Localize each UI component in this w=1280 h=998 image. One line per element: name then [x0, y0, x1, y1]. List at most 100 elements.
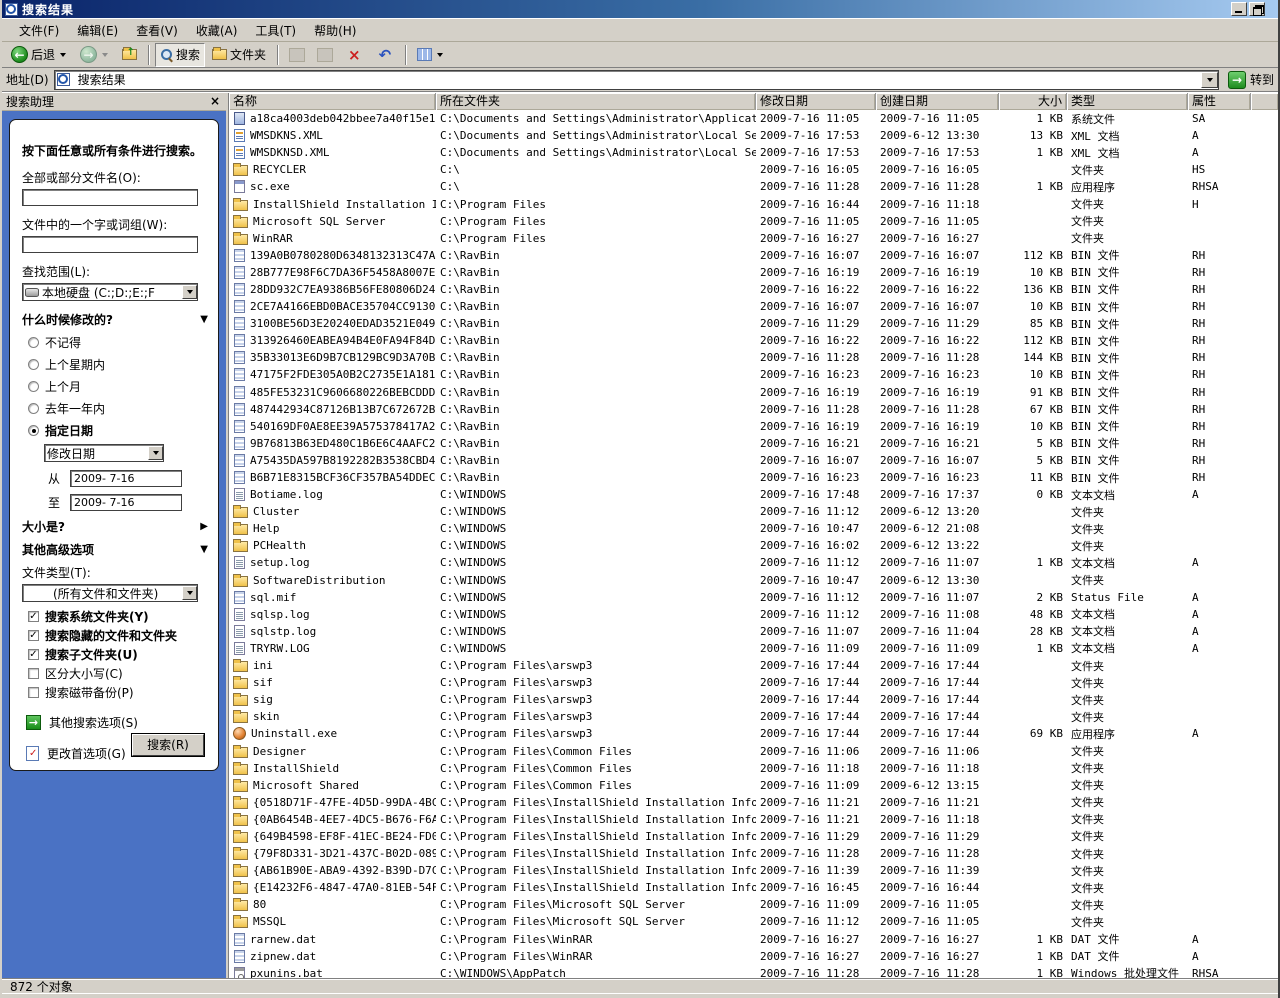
file-row[interactable]: 28DD932C7EA9386B56FE80806D24... C:\RavBin…: [229, 281, 1278, 298]
column-header-2[interactable]: 修改日期: [756, 93, 876, 110]
radio-icon[interactable]: [28, 337, 39, 348]
checkbox-icon[interactable]: [28, 687, 39, 698]
file-row[interactable]: setup.log C:\WINDOWS 2009-7-16 11:12 2009-7…: [229, 554, 1278, 571]
views-button[interactable]: [412, 43, 450, 67]
file-row[interactable]: sqlstp.log C:\WINDOWS 2009-7-16 11:07 2009-…: [229, 623, 1278, 640]
checkbox-icon[interactable]: [28, 630, 39, 641]
file-row[interactable]: zipnew.dat C:\Program Files\WinRAR 2009-7-…: [229, 948, 1278, 965]
file-row[interactable]: Botiame.log C:\WINDOWS 2009-7-16 17:48 2009…: [229, 486, 1278, 503]
scope-select[interactable]: 本地硬盘 (C:;D:;E:;F: [22, 283, 198, 301]
column-header-5[interactable]: 类型: [1067, 93, 1188, 110]
file-row[interactable]: sc.exe C:\ 2009-7-16 11:28 2009-7-16 11:28 1…: [229, 178, 1278, 195]
go-button[interactable]: → 转到: [1224, 70, 1276, 89]
file-row[interactable]: PCHealth C:\WINDOWS 2009-7-16 16:02 2009-6-…: [229, 537, 1278, 554]
search-option-4[interactable]: 搜索磁带备份(P): [28, 686, 208, 700]
when-option-3[interactable]: 去年一年内: [28, 400, 208, 417]
address-input[interactable]: 搜索结果: [53, 69, 1219, 90]
file-row[interactable]: 485FE53231C9606680226BEBCDDD... C:\RavBin…: [229, 384, 1278, 401]
file-row[interactable]: 35B33013E6D9B7CB129BC9D3A70B... C:\RavBin…: [229, 349, 1278, 366]
file-row[interactable]: 80 C:\Program Files\Microsoft SQL Server 2…: [229, 896, 1278, 913]
file-row[interactable]: sif C:\Program Files\arswp3 2009-7-16 17:4…: [229, 674, 1278, 691]
search-option-1[interactable]: 搜索隐藏的文件和文件夹: [28, 629, 208, 643]
size-section[interactable]: 大小是? ▶: [22, 518, 208, 535]
file-row[interactable]: 2CE7A4166EBD0BACE35704CC9130... C:\RavBin…: [229, 298, 1278, 315]
when-option-1[interactable]: 上个星期内: [28, 356, 208, 373]
file-row[interactable]: 540169DF0AE8EE39A575378417A2... C:\RavBin…: [229, 418, 1278, 435]
file-row[interactable]: sql.mif C:\WINDOWS 2009-7-16 11:12 2009-7-1…: [229, 589, 1278, 606]
from-date-input[interactable]: 2009- 7-16: [70, 470, 183, 487]
column-header-1[interactable]: 所在文件夹: [436, 93, 756, 110]
menu-item-1[interactable]: 编辑(E): [68, 20, 127, 41]
menu-item-0[interactable]: 文件(F): [10, 20, 68, 41]
file-row[interactable]: {0AB6454B-4EE7-4DC5-B676-F6A... C:\Progra…: [229, 811, 1278, 828]
file-row[interactable]: SoftwareDistribution C:\WINDOWS 2009-7-16 …: [229, 572, 1278, 589]
file-row[interactable]: 487442934C87126B13B7C672672B... C:\RavBin…: [229, 401, 1278, 418]
file-row[interactable]: Cluster C:\WINDOWS 2009-7-16 11:12 2009-6-1…: [229, 503, 1278, 520]
file-row[interactable]: {649B4598-EF8F-41EC-BE24-FD0... C:\Progra…: [229, 828, 1278, 845]
when-modified-section[interactable]: 什么时候修改的? ▼: [22, 311, 208, 328]
file-row[interactable]: Designer C:\Program Files\Common Files 200…: [229, 742, 1278, 759]
file-row[interactable]: sig C:\Program Files\arswp3 2009-7-16 17:4…: [229, 691, 1278, 708]
file-row[interactable]: A75435DA597B8192282B3538CBD4... C:\RavBin…: [229, 452, 1278, 469]
file-row[interactable]: ini C:\Program Files\arswp3 2009-7-16 17:4…: [229, 657, 1278, 674]
menu-item-2[interactable]: 查看(V): [127, 20, 187, 41]
file-row[interactable]: {79F8D331-3D21-437C-B02D-089... C:\Progra…: [229, 845, 1278, 862]
when-option-4[interactable]: 指定日期: [28, 422, 208, 439]
advanced-section[interactable]: 其他高级选项 ▼: [22, 541, 208, 558]
checkbox-icon[interactable]: [28, 649, 39, 660]
forward-dropdown-arrow[interactable]: [102, 52, 109, 57]
file-row[interactable]: Help C:\WINDOWS 2009-7-16 10:47 2009-6-12 2…: [229, 520, 1278, 537]
file-row[interactable]: 139A0B0780280D6348132313C47A... C:\RavBin…: [229, 247, 1278, 264]
checkbox-icon[interactable]: [28, 611, 39, 622]
menu-item-4[interactable]: 工具(T): [246, 20, 305, 41]
file-row[interactable]: 47175F2FDE305A0B2C2735E1A181... C:\RavBin…: [229, 366, 1278, 383]
word-input[interactable]: [22, 236, 198, 253]
file-row[interactable]: RECYCLER C:\ 2009-7-16 16:05 2009-7-16 16:0…: [229, 161, 1278, 178]
file-row[interactable]: a18ca4003deb042bbee7a40f15e1... C:\Docume…: [229, 110, 1278, 127]
menu-item-5[interactable]: 帮助(H): [305, 20, 365, 41]
file-row[interactable]: WMSDKNS.XML C:\Documents and Settings\Adm…: [229, 127, 1278, 144]
file-row[interactable]: sqlsp.log C:\WINDOWS 2009-7-16 11:12 2009-7…: [229, 606, 1278, 623]
file-row[interactable]: 9B76813B63ED480C1B6E6C4AAFC2... C:\RavBin…: [229, 435, 1278, 452]
file-row[interactable]: {E14232F6-4847-47A0-81EB-54F... C:\Progra…: [229, 879, 1278, 896]
more-options-link[interactable]: → 其他搜索选项(S): [26, 714, 208, 731]
column-header-0[interactable]: 名称: [229, 93, 436, 110]
file-row[interactable]: Microsoft Shared C:\Program Files\Common …: [229, 777, 1278, 794]
date-type-select[interactable]: 修改日期: [44, 444, 164, 462]
when-option-0[interactable]: 不记得: [28, 334, 208, 351]
file-row[interactable]: WMSDKNSD.XML C:\Documents and Settings\Ad…: [229, 144, 1278, 161]
search-option-3[interactable]: 区分大小写(C): [28, 667, 208, 681]
file-row[interactable]: {0518D71F-47FE-4D5D-99DA-4BC... C:\Progra…: [229, 794, 1278, 811]
filetype-select[interactable]: (所有文件和文件夹): [22, 584, 198, 602]
file-row[interactable]: 28B777E98F6C7DA36F5458A8007E... C:\RavBin…: [229, 264, 1278, 281]
search-toggle-button[interactable]: 搜索: [155, 42, 206, 67]
file-row[interactable]: {AB61B90E-ABA9-4392-B39D-D7C... C:\Progra…: [229, 862, 1278, 879]
move-to-button[interactable]: [284, 43, 310, 67]
date-type-dropdown-button[interactable]: [148, 446, 163, 460]
file-row[interactable]: InstallShield Installation I... C:\Progra…: [229, 195, 1278, 212]
radio-icon[interactable]: [28, 403, 39, 414]
folders-toggle-button[interactable]: 文件夹: [207, 43, 271, 67]
file-row[interactable]: 3100BE56D3E20240EDAD3521E049... C:\RavBin…: [229, 315, 1278, 332]
column-header-6[interactable]: 属性: [1188, 93, 1251, 110]
file-row[interactable]: B6B71E8315BCF36CF357BA54DDEC... C:\RavBin…: [229, 469, 1278, 486]
file-row[interactable]: InstallShield C:\Program Files\Common Fil…: [229, 760, 1278, 777]
up-button[interactable]: ↑: [117, 43, 142, 67]
column-header-4[interactable]: 大小: [999, 93, 1067, 110]
to-date-input[interactable]: 2009- 7-16: [70, 494, 183, 511]
search-option-0[interactable]: 搜索系统文件夹(Y): [28, 610, 208, 624]
menu-item-3[interactable]: 收藏(A): [187, 20, 247, 41]
copy-to-button[interactable]: [312, 43, 338, 67]
radio-icon[interactable]: [28, 425, 39, 436]
forward-button[interactable]: →: [75, 43, 115, 67]
file-row[interactable]: Uninstall.exe C:\Program Files\arswp3 2009…: [229, 725, 1278, 742]
delete-button[interactable]: ×: [340, 43, 369, 67]
scope-dropdown-button[interactable]: [182, 285, 197, 299]
radio-icon[interactable]: [28, 359, 39, 370]
file-row[interactable]: WinRAR C:\Program Files 2009-7-16 16:27 200…: [229, 230, 1278, 247]
file-row[interactable]: TRYRW.LOG C:\WINDOWS 2009-7-16 11:09 2009-7…: [229, 640, 1278, 657]
search-button[interactable]: 搜索(R): [132, 734, 204, 756]
search-option-2[interactable]: 搜索子文件夹(U): [28, 648, 208, 662]
file-row[interactable]: rarnew.dat C:\Program Files\WinRAR 2009-7-…: [229, 931, 1278, 948]
checkbox-icon[interactable]: [28, 668, 39, 679]
